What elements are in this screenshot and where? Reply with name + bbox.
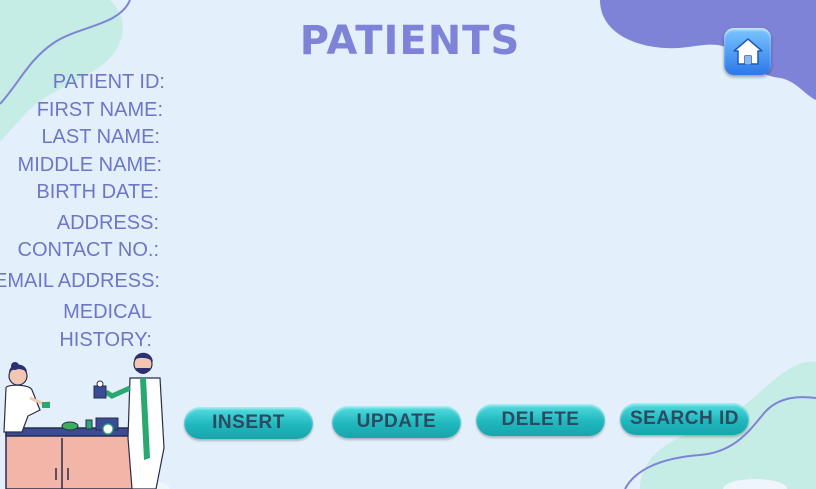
address-label: ADDRESS: xyxy=(56,212,159,234)
search-id-button[interactable]: SEARCH ID xyxy=(620,403,749,435)
delete-button[interactable]: DELETE xyxy=(476,404,605,436)
purple-blob-top-right xyxy=(600,0,816,100)
medical-history-label-line1: MEDICAL xyxy=(63,301,152,323)
home-button[interactable] xyxy=(724,28,771,75)
birth-date-label: BIRTH DATE: xyxy=(36,181,159,203)
healthcare-workers-illustration xyxy=(3,352,165,489)
contact-no-label: CONTACT NO.: xyxy=(17,239,159,261)
first-name-label: FIRST NAME: xyxy=(36,99,163,121)
page-title: PATIENTS xyxy=(299,18,521,64)
home-icon xyxy=(732,37,763,65)
middle-name-label: MIDDLE NAME: xyxy=(17,154,162,176)
last-name-label: LAST NAME: xyxy=(41,126,160,148)
update-button[interactable]: UPDATE xyxy=(332,406,461,438)
insert-button[interactable]: INSERT xyxy=(184,407,313,439)
patient-id-label: PATIENT ID: xyxy=(52,71,165,93)
email-address-label: EMAIL ADDRESS: xyxy=(0,270,160,292)
